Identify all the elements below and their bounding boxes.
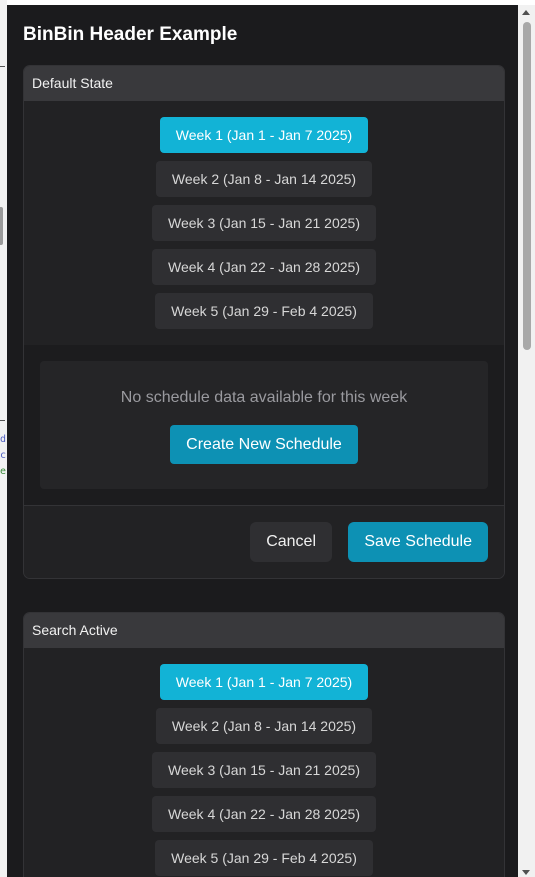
edge-tab[interactable] — [0, 207, 3, 245]
week-button-5[interactable]: Week 5 (Jan 29 - Feb 4 2025) — [155, 840, 373, 876]
app-frame: BinBin Header Example Default State Week… — [7, 5, 518, 877]
page-title: BinBin Header Example — [23, 24, 238, 45]
edge-char: d — [0, 434, 7, 445]
cancel-button[interactable]: Cancel — [250, 522, 332, 562]
week-button-4[interactable]: Week 4 (Jan 22 - Jan 28 2025) — [152, 796, 376, 832]
week-button-4[interactable]: Week 4 (Jan 22 - Jan 28 2025) — [152, 249, 376, 285]
week-button-1[interactable]: Week 1 (Jan 1 - Jan 7 2025) — [159, 117, 369, 153]
edge-marker — [0, 420, 5, 421]
card-header: Default State — [24, 66, 504, 101]
week-list: Week 1 (Jan 1 - Jan 7 2025) Week 2 (Jan … — [24, 101, 504, 337]
card-footer: Cancel Save Schedule — [24, 505, 504, 578]
week-button-3[interactable]: Week 3 (Jan 15 - Jan 21 2025) — [152, 752, 376, 788]
week-button-5[interactable]: Week 5 (Jan 29 - Feb 4 2025) — [155, 293, 373, 329]
scroll-up-icon[interactable] — [522, 10, 530, 15]
week-button-2[interactable]: Week 2 (Jan 8 - Jan 14 2025) — [155, 161, 373, 197]
edge-char: c — [0, 450, 7, 461]
card-search-active: Search Active Week 1 (Jan 1 - Jan 7 2025… — [23, 612, 505, 877]
card-header: Search Active — [24, 613, 504, 648]
edge-char: e — [0, 466, 7, 477]
scrollbar-thumb[interactable] — [523, 22, 531, 350]
week-list: Week 1 (Jan 1 - Jan 7 2025) Week 2 (Jan … — [24, 648, 504, 877]
week-button-1[interactable]: Week 1 (Jan 1 - Jan 7 2025) — [159, 664, 369, 700]
edge-marker — [0, 66, 5, 67]
left-edge-panel: d c e — [0, 0, 7, 877]
scrollbar[interactable] — [518, 5, 535, 877]
edge-code-snippet: d c e — [0, 432, 7, 480]
create-schedule-button[interactable]: Create New Schedule — [170, 425, 358, 464]
card-default-state: Default State Week 1 (Jan 1 - Jan 7 2025… — [23, 65, 505, 579]
save-schedule-button[interactable]: Save Schedule — [348, 522, 488, 562]
scroll-down-icon[interactable] — [522, 870, 530, 875]
week-button-3[interactable]: Week 3 (Jan 15 - Jan 21 2025) — [152, 205, 376, 241]
empty-state: No schedule data available for this week… — [40, 361, 488, 489]
schedule-section: No schedule data available for this week… — [24, 345, 504, 505]
week-button-2[interactable]: Week 2 (Jan 8 - Jan 14 2025) — [155, 708, 373, 744]
empty-state-message: No schedule data available for this week — [120, 389, 408, 406]
